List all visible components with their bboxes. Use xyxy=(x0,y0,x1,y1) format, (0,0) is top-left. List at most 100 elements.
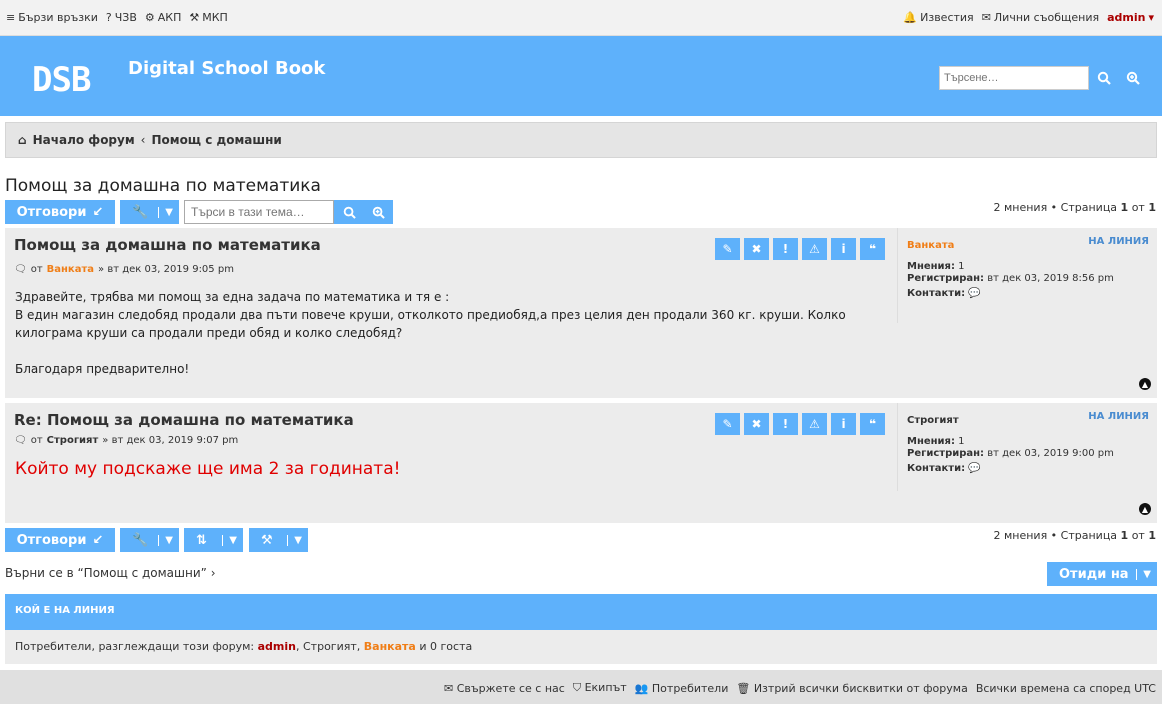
profile-username[interactable]: Ванката xyxy=(907,240,954,251)
quote-icon[interactable]: ❝ xyxy=(860,238,885,260)
search-icon[interactable] xyxy=(1097,70,1111,89)
post-author[interactable]: Ванката xyxy=(47,264,94,275)
report-icon[interactable]: ! xyxy=(773,413,798,435)
registered-date: вт дек 03, 2019 8:56 pm xyxy=(987,273,1114,284)
profile-contacts: Контакти: 💬 xyxy=(907,463,981,474)
topic-tools-dropdown[interactable]: 🔧 ▼ xyxy=(120,528,179,552)
message-icon: ✉ xyxy=(981,11,991,24)
profile-username[interactable]: Строгият xyxy=(907,415,959,426)
online-user-link[interactable]: Ванката xyxy=(364,640,416,653)
home-icon: ⌂ xyxy=(18,133,27,147)
team-link[interactable]: ⛉ Екипът xyxy=(573,681,627,695)
post-title[interactable]: Re: Помощ за домашна по математика xyxy=(14,411,354,429)
whos-online-prefix: Потребители, разглеждащи този форум: xyxy=(15,640,255,653)
site-name[interactable]: Digital School Book xyxy=(128,58,325,79)
notifications-link[interactable]: 🔔 Известия xyxy=(903,11,973,24)
faq-link[interactable]: ? ЧЗВ xyxy=(106,11,137,24)
contact-link[interactable]: ✉ Свържете се с нас xyxy=(444,682,565,695)
trash-icon: 🗑 xyxy=(736,681,751,695)
delete-icon[interactable]: ✖ xyxy=(744,413,769,435)
contact-icon[interactable]: 💬 xyxy=(968,288,980,299)
messages-label: Лични съобщения xyxy=(993,11,1100,24)
info-icon[interactable]: i xyxy=(831,238,856,260)
post-from-label: от xyxy=(30,435,43,446)
edit-icon[interactable]: ✎ xyxy=(715,413,740,435)
post-date: » вт дек 03, 2019 9:05 pm xyxy=(98,264,234,275)
quote-icon[interactable]: ❝ xyxy=(860,413,885,435)
pagination-top: 2 мнения • Страница 1 от 1 xyxy=(993,201,1156,214)
caret-down-icon: ▼ xyxy=(158,534,173,546)
sort-icon: ⇅ xyxy=(196,532,207,548)
post-title[interactable]: Помощ за домашна по математика xyxy=(14,236,321,254)
back-to-top-icon[interactable]: ▲ xyxy=(1139,503,1151,515)
reply-label: Отговори xyxy=(16,204,87,220)
online-user-link[interactable]: admin xyxy=(258,640,296,653)
quick-links-label: Бързи връзки xyxy=(18,11,98,24)
contacts-label: Контакти: xyxy=(907,463,966,474)
back-to-top-icon[interactable]: ▲ xyxy=(1139,378,1151,390)
online-user-link[interactable]: Строгият xyxy=(303,640,357,653)
topic-search-button[interactable] xyxy=(334,200,364,224)
gears-icon: ⚙ xyxy=(144,11,155,24)
acp-link[interactable]: ⚙ АКП xyxy=(145,11,181,24)
posts-label: Мнения: xyxy=(907,436,955,447)
posts-label: Мнения: xyxy=(907,261,955,272)
site-logo[interactable]: DSB xyxy=(32,60,91,100)
delete-icon[interactable]: ✖ xyxy=(744,238,769,260)
goto-dropdown[interactable]: Отиди на ▼ xyxy=(1047,562,1157,586)
reply-button[interactable]: Отговори ↙ xyxy=(5,200,115,224)
registered-date: вт дек 03, 2019 9:00 pm xyxy=(987,448,1114,459)
info-icon[interactable]: i xyxy=(831,413,856,435)
online-status: НА ЛИНИЯ xyxy=(1088,236,1149,247)
posts-count[interactable]: 1 xyxy=(958,261,964,272)
profile-contacts: Контакти: 💬 xyxy=(907,288,981,299)
header-search-input[interactable] xyxy=(939,66,1089,90)
top-navbar: ≡ Бързи връзки ? ЧЗВ ⚙ АКП ⚒ МКП 🔔 Извес… xyxy=(0,0,1162,36)
post-link-icon[interactable]: 🗨 xyxy=(14,264,27,275)
members-link[interactable]: 👥 Потребители xyxy=(635,682,729,695)
post-profile: Ванката НА ЛИНИЯ Мнения: 1 Регистриран: … xyxy=(897,228,1157,323)
search-icon xyxy=(343,206,356,219)
profile-registered: Регистриран: вт дек 03, 2019 9:00 pm xyxy=(907,448,1114,459)
caret-down-icon: ▼ xyxy=(222,534,237,546)
members-label: Потребители xyxy=(651,681,729,695)
mcp-label: МКП xyxy=(202,11,228,24)
post-author[interactable]: Строгият xyxy=(47,435,99,446)
quick-links-menu[interactable]: ≡ Бързи връзки xyxy=(6,11,98,24)
contact-icon[interactable]: 💬 xyxy=(968,463,980,474)
jump-back-link[interactable]: Върни се в “Помощ с домашни” › xyxy=(5,566,216,580)
caret-down-icon: ▾ xyxy=(1148,11,1154,24)
mcp-link[interactable]: ⚒ МКП xyxy=(189,11,227,24)
warn-icon[interactable]: ⚠ xyxy=(802,238,827,260)
notifications-label: Известия xyxy=(920,11,974,24)
pagination-total: 1 xyxy=(1148,201,1156,214)
team-label: Екипът xyxy=(584,681,627,694)
user-menu[interactable]: admin ▾ xyxy=(1107,11,1154,24)
advanced-search-icon[interactable] xyxy=(1126,70,1140,89)
pagination-of: от xyxy=(1131,529,1145,542)
post-date: » вт дек 03, 2019 9:07 pm xyxy=(102,435,239,446)
post-meta: 🗨 от Ванката » вт дек 03, 2019 9:05 pm xyxy=(14,264,234,275)
cookies-label: Изтрий всички бисквитки от форума xyxy=(753,681,968,695)
breadcrumb-forum[interactable]: Помощ с домашни xyxy=(151,133,281,147)
pagination-prefix: 2 мнения • Страница xyxy=(993,201,1118,214)
report-icon[interactable]: ! xyxy=(773,238,798,260)
edit-icon[interactable]: ✎ xyxy=(715,238,740,260)
post-link-icon[interactable]: 🗨 xyxy=(14,435,27,446)
reply-arrow-icon: ↙ xyxy=(92,204,104,220)
topic-advanced-search-button[interactable] xyxy=(364,200,393,224)
moderator-tools-dropdown[interactable]: ⚒ ▼ xyxy=(249,528,308,552)
post-line: Здравейте, трябва ми помощ за една задач… xyxy=(15,290,450,304)
warn-icon[interactable]: ⚠ xyxy=(802,413,827,435)
topic-tools-dropdown[interactable]: 🔧 ▼ xyxy=(120,200,179,224)
reply-arrow-icon: ↙ xyxy=(92,532,104,548)
breadcrumb-home[interactable]: Начало форум xyxy=(33,133,135,147)
faq-label: ЧЗВ xyxy=(114,11,137,24)
posts-count[interactable]: 1 xyxy=(958,436,964,447)
topic-search-input[interactable] xyxy=(184,200,334,224)
private-messages-link[interactable]: ✉ Лични съобщения xyxy=(982,11,1099,24)
reply-button[interactable]: Отговори ↙ xyxy=(5,528,115,552)
sort-options-dropdown[interactable]: ⇅ ▼ xyxy=(184,528,243,552)
page-title[interactable]: Помощ за домашна по математика xyxy=(5,176,321,196)
delete-cookies-link[interactable]: 🗑 Изтрий всички бисквитки от форума xyxy=(736,682,967,695)
